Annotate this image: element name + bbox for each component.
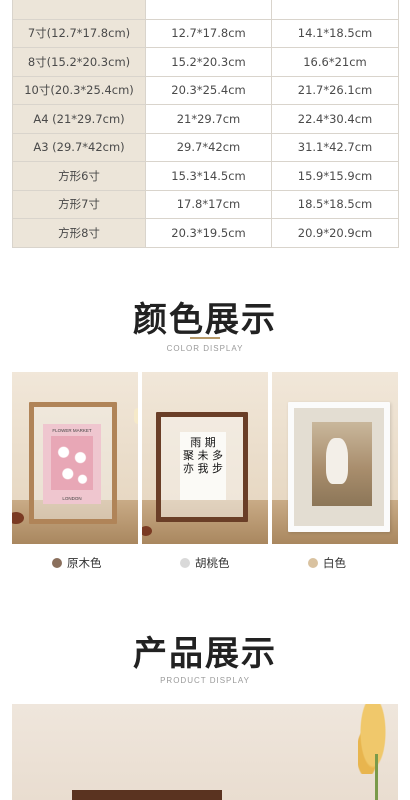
- color-display-subtitle: COLOR DISPLAY: [166, 344, 244, 353]
- frame-size: 31.1*42.7cm: [271, 132, 399, 162]
- frame-size: 15.9*15.9cm: [271, 161, 399, 191]
- size-label: [12, 0, 146, 20]
- decor-candle: [134, 408, 138, 424]
- frame-top-edge: [72, 790, 222, 800]
- legend-label-walnut: 胡桃色: [195, 556, 230, 570]
- size-label: A4 (21*29.7cm): [12, 104, 146, 134]
- title-underline: [190, 337, 220, 339]
- color-display-title: 颜色展示: [133, 300, 277, 340]
- frame-size: 20.9*20.9cm: [271, 218, 399, 248]
- calligraphy-card: 雨 期 聚 未 多 亦 我 步: [180, 432, 226, 500]
- frame-size: 22.4*30.4cm: [271, 104, 399, 134]
- photo-size: 29.7*42cm: [145, 132, 272, 162]
- size-label: 方形7寸: [12, 189, 146, 219]
- color-swatch-white: [308, 558, 318, 568]
- size-row: [12, 0, 399, 20]
- photo-size: 15.2*20.3cm: [145, 47, 272, 77]
- size-row: A3 (29.7*42cm) 29.7*42cm 31.1*42.7cm: [12, 132, 399, 162]
- size-row: 8寸(15.2*20.3cm) 15.2*20.3cm 16.6*21cm: [12, 47, 399, 77]
- poster-flower-market: FLOWER MARKET LONDON: [43, 424, 101, 504]
- photo-size: 17.8*17cm: [145, 189, 272, 219]
- frame-size: [271, 0, 399, 20]
- poster-footer: LONDON: [62, 496, 82, 501]
- size-label: 8寸(15.2*20.3cm): [12, 47, 146, 77]
- legend-walnut: 胡桃色: [180, 555, 230, 571]
- frame-size: 14.1*18.5cm: [271, 18, 399, 48]
- frame-size: 21.7*26.1cm: [271, 75, 399, 105]
- tulip-flowers: [358, 704, 388, 774]
- product-photo: [12, 704, 398, 800]
- size-row: 7寸(12.7*17.8cm) 12.7*17.8cm 14.1*18.5cm: [12, 18, 399, 48]
- color-swatch-walnut: [180, 558, 190, 568]
- photo-size: 15.3*14.5cm: [145, 161, 272, 191]
- size-row: 方形6寸 15.3*14.5cm 15.9*15.9cm: [12, 161, 399, 191]
- photo-size: 12.7*17.8cm: [145, 18, 272, 48]
- size-label: 方形6寸: [12, 161, 146, 191]
- size-label: 方形8寸: [12, 218, 146, 248]
- color-swatch-natural-wood: [52, 558, 62, 568]
- size-table: 7寸(12.7*17.8cm) 12.7*17.8cm 14.1*18.5cm 8寸(…: [12, 0, 399, 248]
- size-row: 方形7寸 17.8*17cm 18.5*18.5cm: [12, 189, 399, 219]
- frame-size: 18.5*18.5cm: [271, 189, 399, 219]
- poster-flowers: [51, 436, 93, 490]
- photo-natural-wood-frame: FLOWER MARKET LONDON: [12, 372, 138, 544]
- legend-label-white: 白色: [323, 556, 346, 570]
- girl-figure: [326, 438, 348, 484]
- product-display-title: 产品展示: [133, 634, 277, 674]
- photo-size: 21*29.7cm: [145, 104, 272, 134]
- size-row: 10寸(20.3*25.4cm) 20.3*25.4cm 21.7*26.1cm: [12, 75, 399, 105]
- size-row: 方形8寸 20.3*19.5cm 20.9*20.9cm: [12, 218, 399, 248]
- photo-girl: [312, 422, 372, 506]
- photo-size: 20.3*25.4cm: [145, 75, 272, 105]
- product-display-subtitle: PRODUCT DISPLAY: [160, 676, 250, 685]
- legend-natural-wood: 原木色: [52, 555, 102, 571]
- photo-size: [145, 0, 272, 20]
- legend-label-natural-wood: 原木色: [67, 556, 102, 570]
- legend-white: 白色: [308, 555, 346, 571]
- size-row: A4 (21*29.7cm) 21*29.7cm 22.4*30.4cm: [12, 104, 399, 134]
- frame-size: 16.6*21cm: [271, 47, 399, 77]
- photo-white-frame: [272, 372, 398, 544]
- photo-size: 20.3*19.5cm: [145, 218, 272, 248]
- photo-walnut-frame: 雨 期 聚 未 多 亦 我 步: [142, 372, 268, 544]
- size-label: 10寸(20.3*25.4cm): [12, 75, 146, 105]
- size-label: A3 (29.7*42cm): [12, 132, 146, 162]
- poster-title: FLOWER MARKET: [52, 428, 92, 433]
- tulip-stem: [375, 754, 378, 800]
- size-label: 7寸(12.7*17.8cm): [12, 18, 146, 48]
